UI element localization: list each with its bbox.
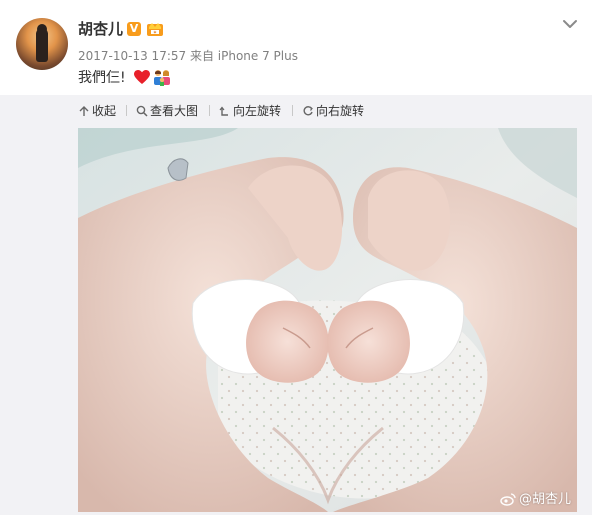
view-large-button[interactable]: 查看大图 — [136, 103, 202, 119]
toolbar-divider — [126, 105, 127, 116]
post-meta: 2017-10-13 17:57 来自 iPhone 7 Plus — [78, 48, 298, 64]
rotate-right-icon — [303, 106, 313, 116]
post-timestamp[interactable]: 2017-10-13 17:57 — [78, 49, 186, 63]
post-header: 胡杏儿 V ✶ 2017-10-13 17:57 来自 iPhone 7 Plu… — [0, 0, 592, 95]
collapse-label: 收起 — [92, 104, 117, 118]
rotate-right-label: 向右旋转 — [316, 104, 365, 118]
baby-left-fist — [246, 300, 329, 383]
author-name[interactable]: 胡杏儿 — [78, 19, 123, 39]
view-large-label: 查看大图 — [150, 104, 199, 118]
post-photo[interactable] — [78, 128, 577, 512]
chevron-down-icon[interactable] — [560, 14, 580, 34]
search-icon — [136, 105, 148, 117]
post-text: 我們仨! — [78, 70, 126, 86]
family-emoji-icon — [154, 70, 170, 86]
vip-member-icon[interactable]: ✶ — [146, 21, 164, 37]
toolbar-divider — [209, 105, 210, 116]
rotate-left-label: 向左旋转 — [233, 104, 282, 118]
rotate-left-button[interactable]: 向左旋转 — [219, 103, 285, 119]
toolbar-divider — [292, 105, 293, 116]
rotate-right-button[interactable]: 向右旋转 — [302, 103, 368, 119]
verified-badge-icon: V — [127, 22, 141, 36]
rotate-left-icon — [219, 106, 228, 116]
avatar[interactable] — [16, 18, 68, 70]
watermark-text: @胡杏儿 — [519, 492, 572, 507]
svg-text:✶: ✶ — [153, 30, 157, 36]
heart-emoji-icon — [134, 70, 150, 84]
collapse-icon — [79, 106, 89, 116]
weibo-logo-icon — [500, 493, 516, 506]
avatar-figure — [36, 28, 48, 62]
post-source: 来自 iPhone 7 Plus — [189, 49, 298, 63]
image-toolbar: 收起 查看大图 向左旋转 向右旋转 — [0, 95, 592, 125]
collapse-button[interactable]: 收起 — [78, 103, 118, 119]
baby-right-fist — [327, 300, 410, 383]
